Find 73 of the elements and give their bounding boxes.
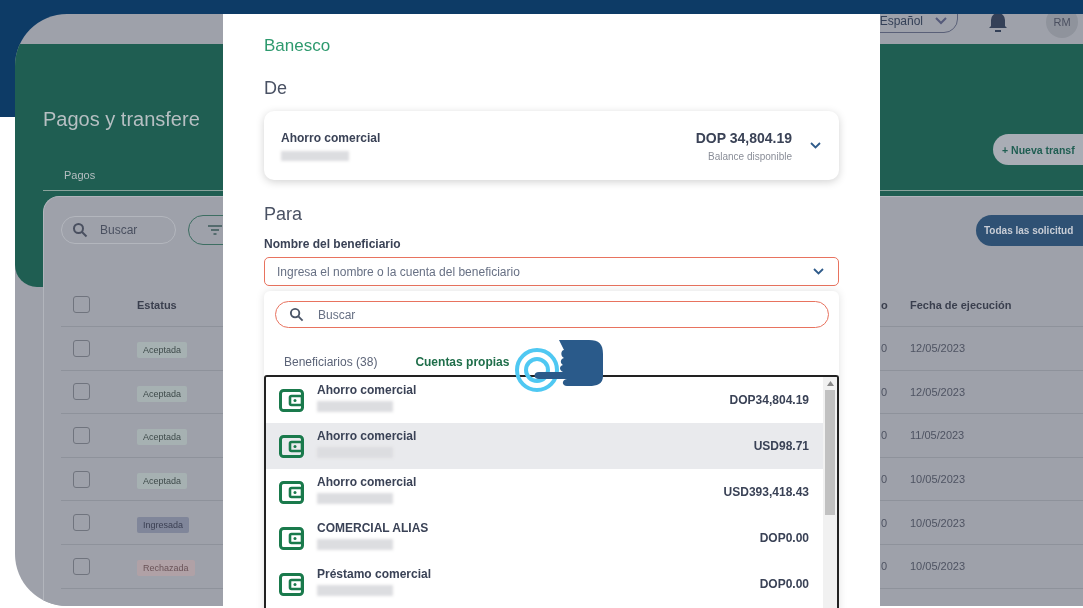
redacted-account-number bbox=[281, 150, 349, 161]
wallet-icon bbox=[279, 434, 304, 458]
scrollbar[interactable] bbox=[823, 377, 837, 608]
wallet-icon bbox=[279, 526, 304, 550]
table-cell-text: 10/05/2023 bbox=[910, 473, 967, 486]
column-header: Estatus bbox=[137, 298, 178, 311]
checkbox[interactable] bbox=[73, 557, 90, 575]
table-cell-text: 0 bbox=[881, 342, 889, 355]
checkbox[interactable] bbox=[73, 514, 90, 532]
checkbox[interactable] bbox=[73, 427, 90, 444]
account-name: Ahorro comercial bbox=[281, 130, 382, 145]
table-cell-text: 11/05/2023 bbox=[910, 429, 966, 442]
section-heading: De bbox=[264, 78, 288, 99]
chevron-down-icon bbox=[813, 268, 824, 275]
account-name: Ahorro comercial bbox=[317, 428, 418, 443]
account-name: COMERCIAL ALIAS bbox=[317, 520, 430, 535]
search-icon bbox=[289, 307, 304, 322]
account-row[interactable]: Ahorro comercial USD98.71 bbox=[266, 423, 823, 469]
balance-label: Balance disponible bbox=[708, 150, 792, 162]
status-badge: Aceptada bbox=[137, 429, 188, 446]
bank-name: Banesco bbox=[264, 36, 332, 56]
bell-icon[interactable] bbox=[988, 14, 1008, 34]
wallet-icon bbox=[279, 572, 304, 596]
wallet-icon bbox=[279, 388, 304, 412]
filter-icon bbox=[208, 225, 222, 235]
account-name: Ahorro comercial bbox=[317, 382, 418, 397]
table-cell-text: 10/05/2023 bbox=[910, 560, 967, 573]
account-amount: USD98.71 bbox=[753, 439, 809, 453]
account-balance: DOP 34,804.19 bbox=[695, 129, 792, 146]
table-cell-text: 0 bbox=[881, 560, 889, 573]
account-row[interactable]: Ahorro comercial DOP34,804.19 bbox=[266, 377, 823, 423]
table-cell-text: 0 bbox=[881, 385, 889, 398]
account-selector[interactable]: Ahorro comercial DOP 34,804.19 Balance disponible bbox=[264, 111, 839, 180]
table-cell-text: 12/05/2023 bbox=[910, 342, 967, 355]
account-amount: DOP34,804.19 bbox=[729, 393, 809, 407]
status-badge: Ingresada bbox=[137, 516, 190, 533]
chevron-down-icon bbox=[810, 142, 821, 149]
scroll-up-arrow-icon[interactable] bbox=[826, 381, 834, 386]
account-amount: DOP0.00 bbox=[759, 577, 809, 591]
table-cell-text: 0 bbox=[881, 473, 889, 486]
status-badge: Aceptada bbox=[137, 473, 188, 490]
section-heading: Para bbox=[264, 204, 304, 225]
tab[interactable]: Beneficiarios (38) bbox=[284, 355, 378, 369]
tab[interactable]: Cuentas propias bbox=[415, 355, 510, 369]
account-name: Préstamo comercial bbox=[317, 566, 433, 581]
column-header: o bbox=[881, 298, 889, 311]
checkbox[interactable] bbox=[73, 339, 90, 357]
wallet-icon bbox=[279, 480, 304, 504]
page-title: Pagos y transfere bbox=[43, 107, 200, 132]
status-badge: Aceptada bbox=[137, 342, 188, 359]
account-row[interactable]: COMERCIAL ALIAS DOP0.00 bbox=[266, 515, 823, 561]
checkbox[interactable] bbox=[73, 383, 90, 401]
status-badge: Aceptada bbox=[137, 385, 188, 402]
field-label: Nombre del beneficiario bbox=[264, 237, 402, 251]
account-amount: DOP0.00 bbox=[759, 531, 809, 545]
checkbox[interactable] bbox=[73, 296, 90, 313]
table-cell-text: 0 bbox=[881, 516, 889, 529]
table-cell-text: 12/05/2023 bbox=[910, 385, 967, 398]
all-requests-button[interactable]: Todas las solicitud bbox=[976, 214, 1083, 246]
account-amount: USD393,418.43 bbox=[723, 485, 809, 499]
search-icon bbox=[72, 222, 88, 238]
new-transfer-button[interactable]: + Nueva transf bbox=[993, 134, 1083, 165]
account-name: Ahorro comercial bbox=[317, 474, 418, 489]
beneficiary-field[interactable]: Ingresa el nombre o la cuenta del beneficiario bbox=[264, 257, 839, 286]
pagos-tab[interactable]: Pagos bbox=[64, 169, 96, 181]
account-row[interactable]: Préstamo comercial DOP0.00 bbox=[266, 561, 823, 607]
column-header: Fecha de ejecución bbox=[910, 298, 1013, 311]
caret-icon bbox=[935, 17, 947, 25]
account-row[interactable]: Ahorro comercial USD393,418.43 bbox=[266, 469, 823, 515]
table-cell-text: 0 bbox=[881, 429, 889, 442]
checkbox[interactable] bbox=[73, 470, 90, 488]
status-badge: Rechazada bbox=[137, 560, 195, 577]
table-cell-text: 10/05/2023 bbox=[910, 516, 967, 529]
